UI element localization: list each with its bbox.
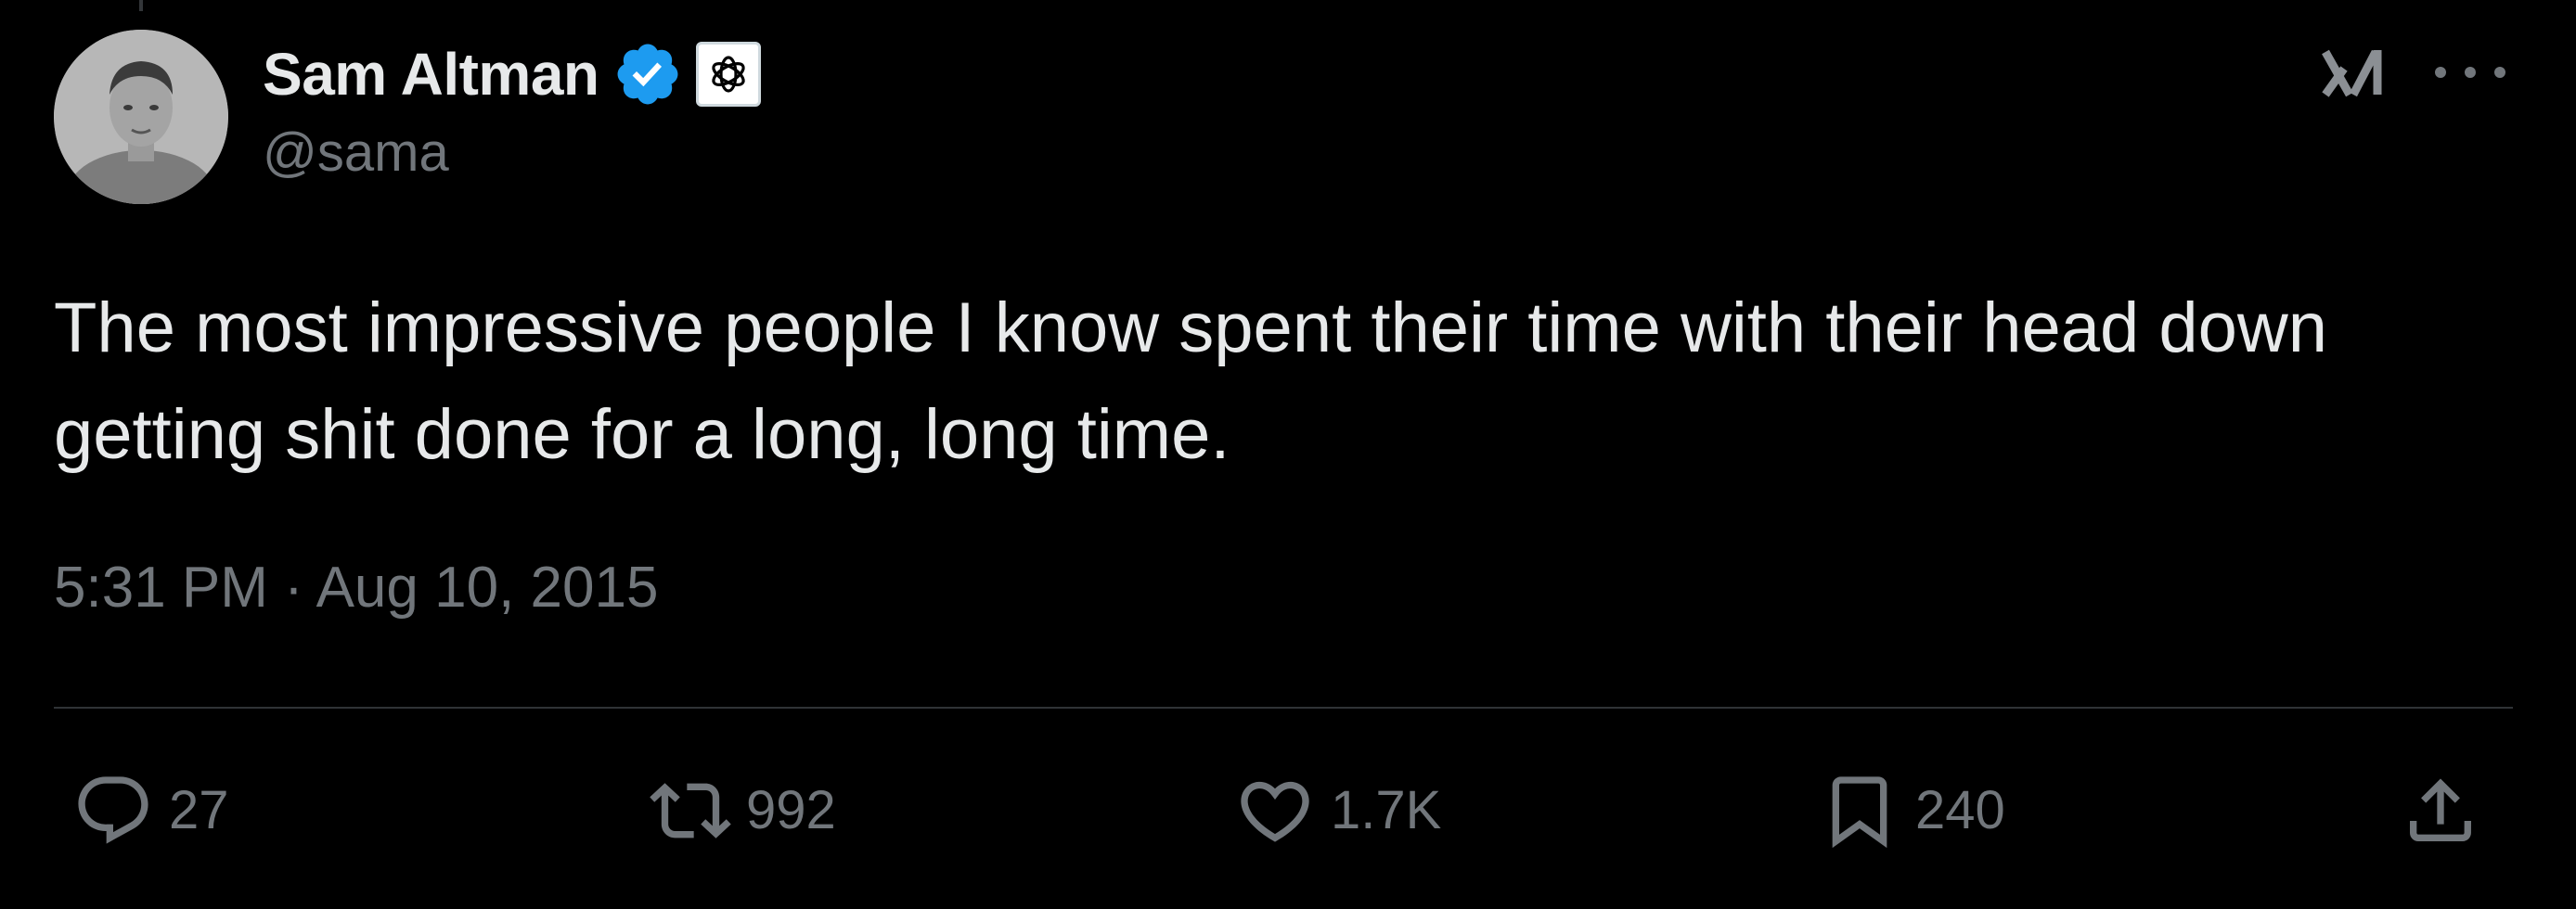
reply-icon: [78, 776, 148, 844]
share-icon: [2410, 778, 2471, 841]
openai-logo-icon[interactable]: [695, 42, 761, 107]
more-dot: [2465, 67, 2476, 78]
reply-button[interactable]: 27: [72, 768, 229, 853]
retweet-button[interactable]: 992: [650, 768, 836, 853]
retweet-count: 992: [746, 780, 836, 840]
more-dot: [2435, 67, 2446, 78]
tweet-text: The most impressive people I know spent …: [54, 288, 2328, 474]
grok-icon[interactable]: [2320, 41, 2389, 106]
avatar[interactable]: [54, 30, 228, 204]
author-name-row: Sam Altman: [263, 35, 761, 113]
thread-connector-line: [139, 0, 143, 11]
like-button[interactable]: 1.7K: [1234, 768, 1441, 853]
retweet-icon: [650, 783, 731, 839]
author-handle[interactable]: @sama: [263, 126, 449, 180]
reply-count: 27: [169, 780, 229, 840]
verified-badge-icon[interactable]: [612, 39, 683, 109]
openai-knot-icon: [711, 56, 745, 93]
bookmark-icon: [1832, 776, 1887, 849]
divider: [54, 707, 2513, 709]
like-count: 1.7K: [1331, 780, 1442, 840]
more-options-icon[interactable]: [2435, 52, 2505, 93]
share-button[interactable]: [2400, 768, 2481, 853]
heart-icon: [1241, 781, 1309, 842]
more-dot: [2494, 67, 2505, 78]
author-display-name[interactable]: Sam Altman: [263, 45, 599, 104]
bookmark-count: 240: [1915, 780, 2005, 840]
bookmark-button[interactable]: 240: [1819, 768, 2005, 853]
avatar-photo: [54, 30, 228, 204]
tweet-timestamp[interactable]: 5:31 PM · Aug 10, 2015: [54, 559, 658, 617]
